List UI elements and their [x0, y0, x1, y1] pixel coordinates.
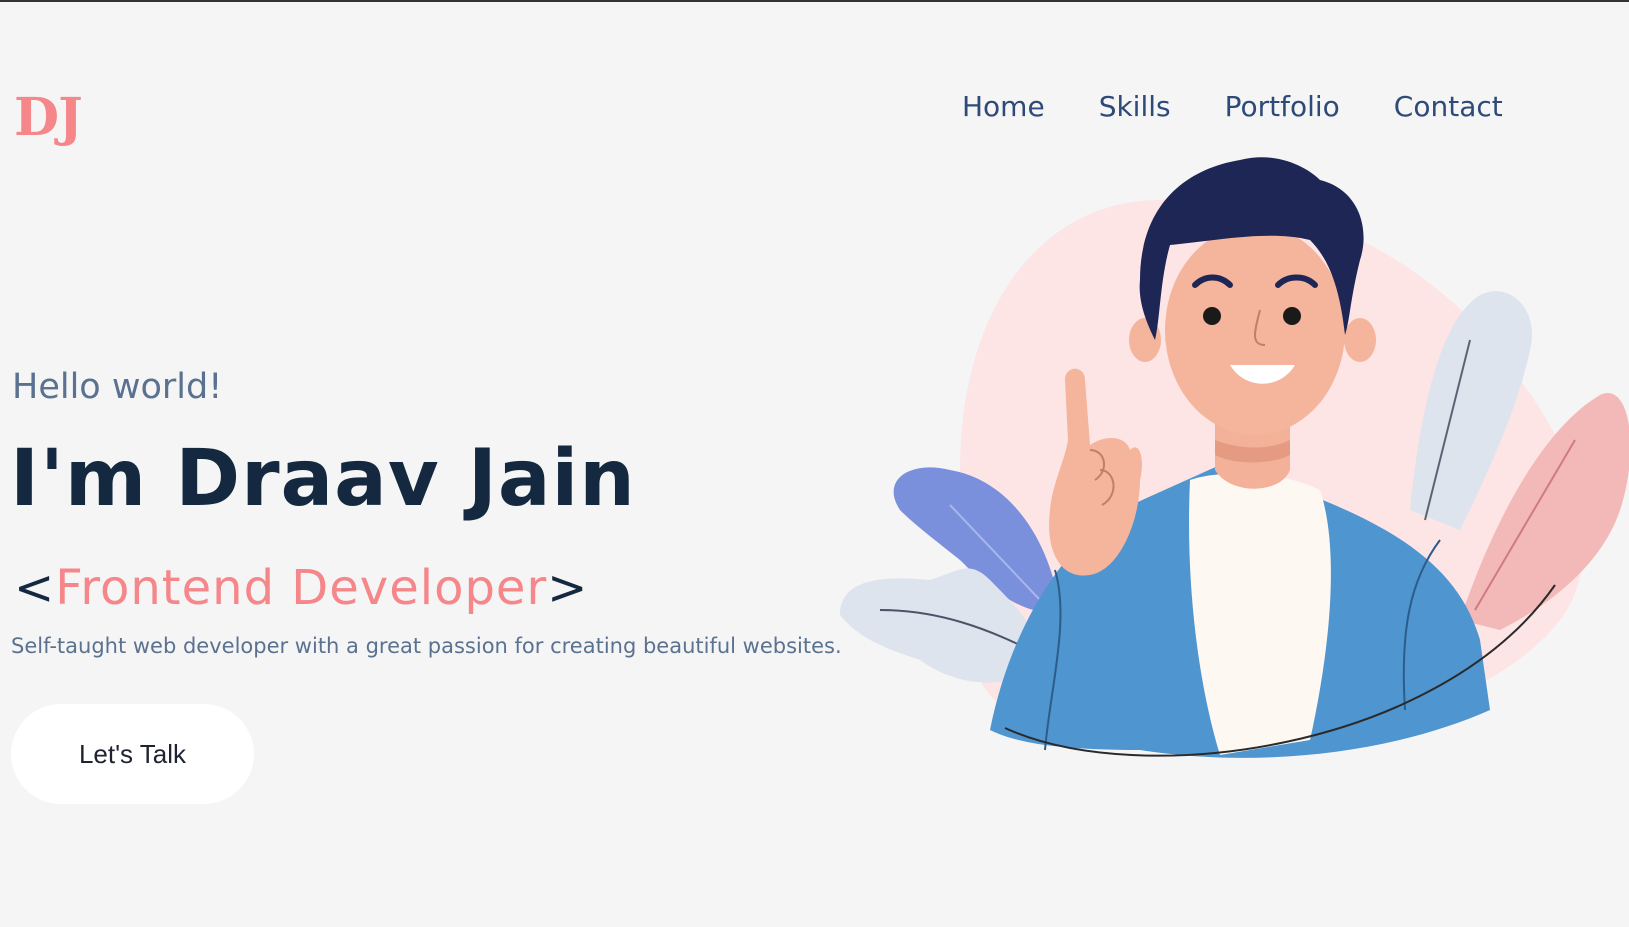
nav-link-contact[interactable]: Contact: [1394, 90, 1503, 124]
developer-illustration: [840, 157, 1629, 758]
nav-link-skills[interactable]: Skills: [1099, 90, 1171, 124]
hero-greeting: Hello world!: [12, 367, 223, 407]
role-close-bracket: >: [547, 560, 589, 616]
lets-talk-button[interactable]: Let's Talk: [11, 704, 254, 804]
hero-tagline: Self-taught web developer with a great p…: [11, 634, 842, 658]
top-border: [0, 0, 1629, 2]
nav-link-home[interactable]: Home: [962, 90, 1045, 124]
role-open-bracket: <: [14, 560, 56, 616]
shirt-shape: [1189, 473, 1331, 755]
role-text: Frontend Developer: [55, 560, 548, 616]
nav-link-portfolio[interactable]: Portfolio: [1225, 90, 1340, 124]
hero-role: <Frontend Developer>: [14, 562, 588, 615]
site-logo[interactable]: DJ: [14, 92, 83, 144]
main-nav: Home Skills Portfolio Contact: [962, 90, 1557, 124]
hero-name: I'm Draav Jain: [10, 434, 636, 524]
